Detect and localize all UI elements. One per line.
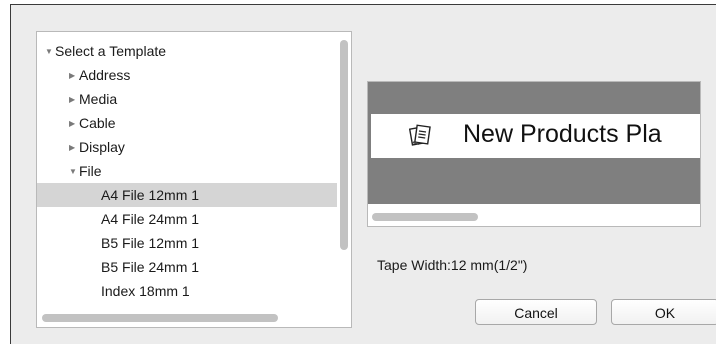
disclosure-triangle-collapsed-icon[interactable]: ▶ — [69, 64, 79, 88]
tree-item-label: File — [79, 163, 102, 179]
select-template-dialog: ▼ Select a Template ▶ Address ▶ Media ▶ Cabl… — [10, 4, 716, 344]
tree-item-label: Cable — [79, 115, 116, 131]
tree-item-label: Select a Template — [55, 43, 167, 59]
template-tree[interactable]: ▼ Select a Template ▶ Address ▶ Media ▶ Cabl… — [36, 31, 352, 328]
tree-item-label: Display — [79, 139, 125, 155]
disclosure-triangle-expanded-icon[interactable]: ▼ — [45, 40, 55, 64]
tree-item-media[interactable]: ▶ Media — [37, 87, 337, 111]
tree-item-label: A4 File 12mm 1 — [101, 187, 200, 203]
preview-tape-label: New Products Pla — [371, 114, 700, 158]
tree-item-label: A4 File 24mm 1 — [101, 211, 200, 227]
tree-horizontal-scrollbar[interactable] — [42, 314, 278, 322]
tree-item-a4-file-12mm-1[interactable]: A4 File 12mm 1 — [37, 183, 337, 207]
tree-item-b5-file-24mm-1[interactable]: B5 File 24mm 1 — [37, 255, 337, 279]
template-preview: New Products Pla — [367, 81, 701, 227]
tree-item-label: Address — [79, 67, 131, 83]
disclosure-triangle-expanded-icon[interactable]: ▼ — [69, 160, 79, 184]
tree-item-label: Index 18mm 1 — [101, 283, 190, 299]
tree-item-select-a-template[interactable]: ▼ Select a Template — [37, 39, 337, 63]
tape-width-text: Tape Width:12 mm(1/2") — [377, 257, 528, 273]
ok-button[interactable]: OK — [611, 299, 716, 325]
template-tree-list: ▼ Select a Template ▶ Address ▶ Media ▶ Cabl… — [37, 39, 337, 303]
tree-item-cable[interactable]: ▶ Cable — [37, 111, 337, 135]
tree-item-label: B5 File 24mm 1 — [101, 259, 200, 275]
tree-item-address[interactable]: ▶ Address — [37, 63, 337, 87]
disclosure-triangle-collapsed-icon[interactable]: ▶ — [69, 112, 79, 136]
tree-vertical-scrollbar[interactable] — [340, 40, 348, 250]
disclosure-triangle-collapsed-icon[interactable]: ▶ — [69, 136, 79, 160]
tree-item-b5-file-12mm-1[interactable]: B5 File 12mm 1 — [37, 231, 337, 255]
document-stack-icon — [409, 124, 431, 146]
preview-horizontal-scrollbar[interactable] — [372, 213, 478, 221]
tree-item-index-18mm-1[interactable]: Index 18mm 1 — [37, 279, 337, 303]
preview-canvas: New Products Pla — [368, 82, 700, 204]
tree-item-label: B5 File 12mm 1 — [101, 235, 200, 251]
cancel-button[interactable]: Cancel — [475, 299, 597, 325]
tree-item-a4-file-24mm-1[interactable]: A4 File 24mm 1 — [37, 207, 337, 231]
disclosure-triangle-collapsed-icon[interactable]: ▶ — [69, 88, 79, 112]
tree-item-label: Media — [79, 91, 118, 107]
tree-item-file[interactable]: ▼ File — [37, 159, 337, 183]
preview-label-text: New Products Pla — [463, 120, 662, 148]
tree-item-display[interactable]: ▶ Display — [37, 135, 337, 159]
